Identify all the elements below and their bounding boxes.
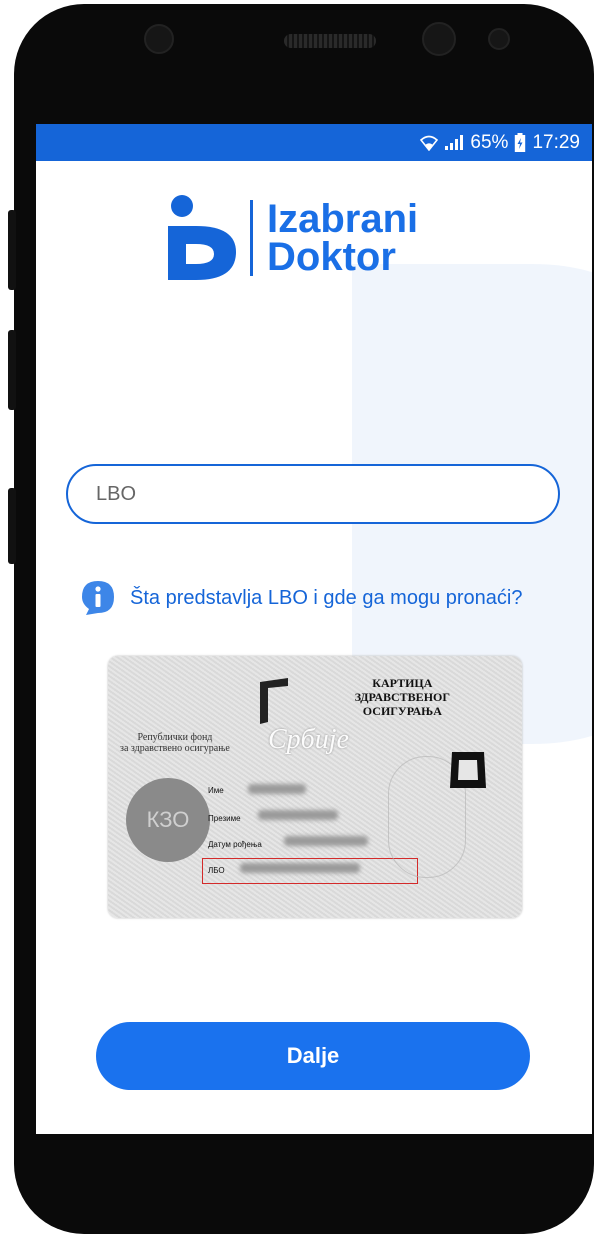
battery-icon: [515, 133, 526, 152]
card-country: Србије: [268, 724, 349, 755]
card-title-line3: ОСИГУРАЊА: [362, 704, 442, 718]
card-fund-line2: за здравствено осигурање: [120, 743, 230, 754]
card-seal: КЗО: [126, 778, 210, 862]
light-sensor: [488, 28, 510, 50]
card-label-dob: Датум рођења: [208, 840, 262, 849]
card-fund-line1: Републички фонд: [137, 732, 213, 743]
battery-percent: 65%: [470, 132, 509, 153]
proximity-sensor: [422, 22, 456, 56]
logo-separator: [250, 200, 253, 276]
card-blurred-surname: [258, 810, 338, 820]
id-logo-icon: [164, 194, 240, 282]
card-top-logo-icon: [260, 678, 288, 724]
logo-wordmark: Izabrani Doktor: [267, 197, 419, 279]
front-camera: [144, 24, 174, 54]
card-fund-name: Републички фонд за здравствено осигурање: [120, 732, 230, 754]
volume-down-button: [8, 330, 16, 410]
earpiece-speaker: [284, 34, 376, 48]
lbo-help-text: Šta predstavlja LBO i gde ga mogu pronać…: [130, 586, 523, 609]
card-label-surname: Презиме: [208, 814, 241, 823]
health-insurance-card-image: КАРТИЦА ЗДРАВСТВЕНОГ ОСИГУРАЊА Републичк…: [108, 656, 522, 918]
volume-up-button: [8, 210, 16, 290]
lbo-input[interactable]: [66, 464, 560, 524]
app-logo: Izabrani Doktor: [164, 194, 418, 282]
card-label-name: Име: [208, 786, 224, 795]
logo-line-doktor: Doktor: [267, 235, 396, 279]
card-blurred-name: [248, 784, 306, 794]
card-blurred-dob: [284, 836, 368, 846]
logo-line-izabrani: Izabrani: [267, 197, 419, 241]
clock: 17:29: [532, 132, 580, 153]
card-title-line2: ЗДРАВСТВЕНОГ: [354, 690, 450, 704]
card-blurred-lbo: [240, 863, 360, 873]
app-screen: 65% 17:29 Izabrani Doktor LBO Šta predst…: [36, 124, 592, 1134]
card-title: КАРТИЦА ЗДРАВСТВЕНОГ ОСИГУРАЊА: [355, 676, 450, 718]
status-icons: 65% 17:29: [420, 132, 580, 154]
card-corner-logo-icon: [450, 752, 486, 788]
status-bar: 65% 17:29: [36, 124, 592, 161]
bixby-button: [8, 488, 16, 564]
lbo-help-link[interactable]: Šta predstavlja LBO i gde ga mogu pronać…: [80, 580, 522, 616]
card-label-lbo: ЛБО: [208, 866, 225, 875]
wifi-icon: [420, 135, 439, 151]
signal-icon: [445, 135, 464, 150]
info-icon: [80, 580, 116, 616]
next-button[interactable]: Dalje: [96, 1022, 530, 1090]
card-title-line1: КАРТИЦА: [372, 676, 433, 690]
